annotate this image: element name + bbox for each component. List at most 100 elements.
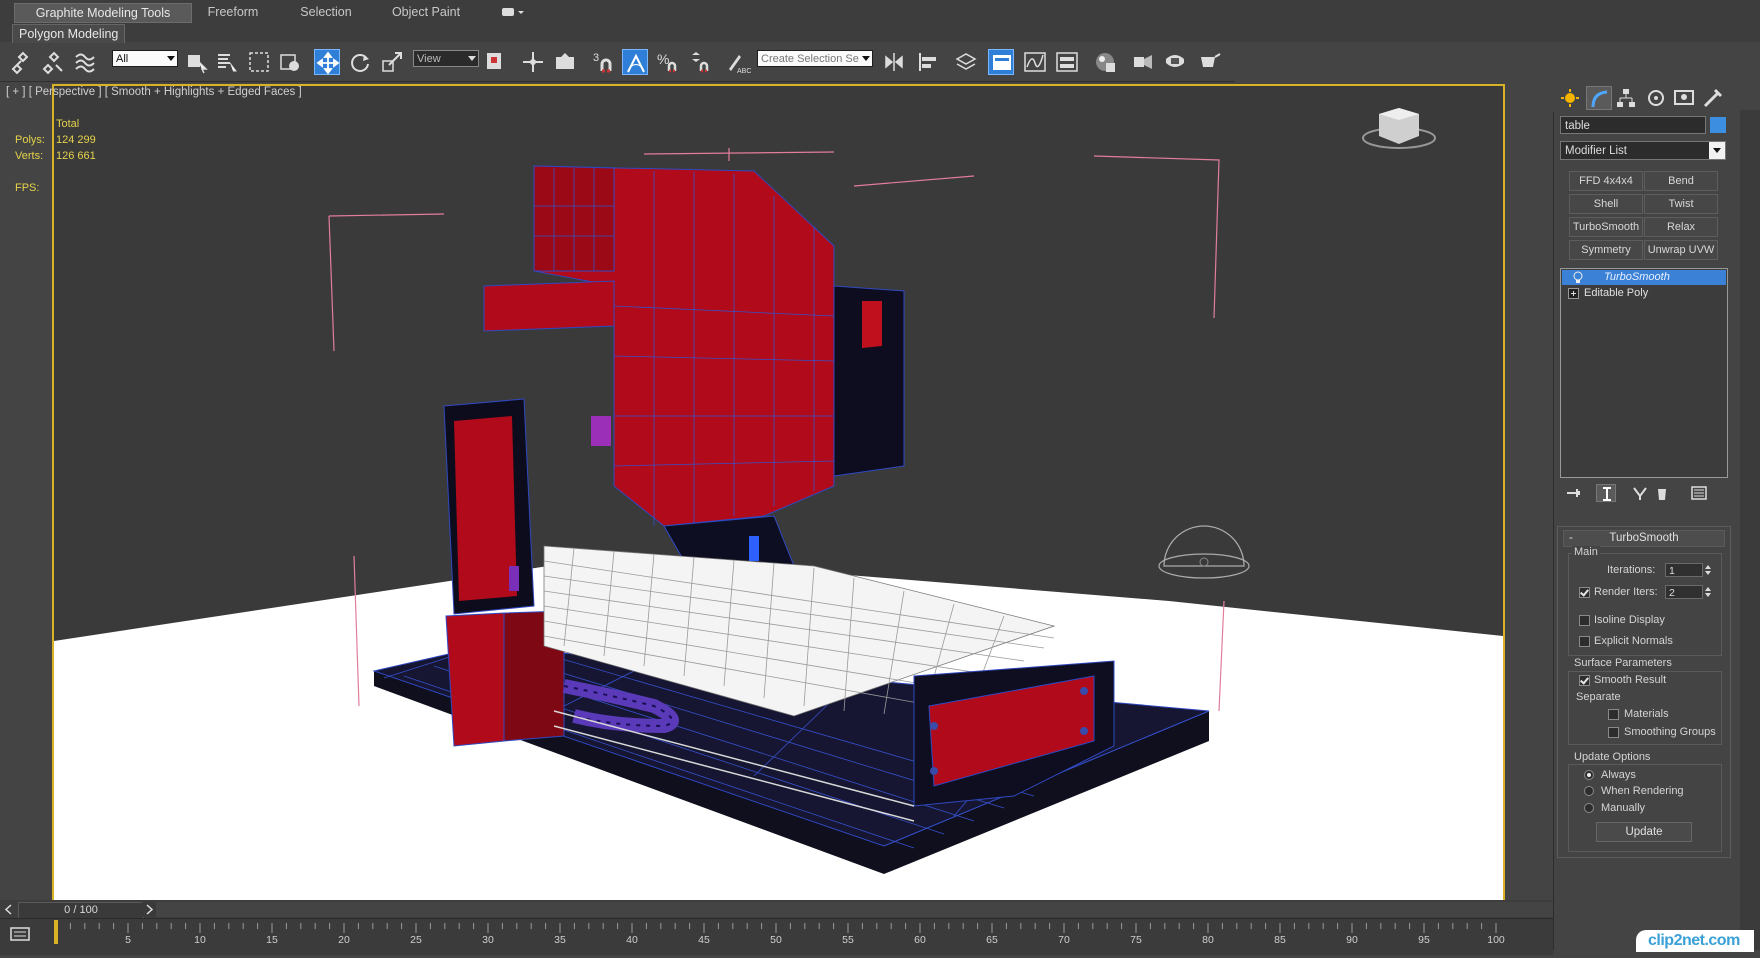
percent-snap-icon[interactable]: % — [655, 49, 681, 75]
tab-object-paint[interactable]: Object Paint — [384, 3, 468, 21]
expand-plus-icon[interactable] — [1568, 288, 1580, 300]
spinner-snap-icon[interactable] — [687, 49, 713, 75]
open-mini-curve-editor-icon[interactable] — [8, 924, 34, 946]
snap-icon[interactable]: 3 — [590, 49, 616, 75]
fps-label: FPS: — [15, 182, 40, 194]
explicit-normals-checkbox[interactable] — [1579, 636, 1590, 647]
always-label: Always — [1601, 769, 1636, 781]
current-frame-marker[interactable] — [54, 920, 58, 944]
modifier-button-turbosmooth[interactable]: TurboSmooth — [1569, 217, 1643, 237]
when-rendering-label: When Rendering — [1601, 785, 1684, 797]
remove-modifier-icon[interactable] — [1652, 484, 1672, 502]
graphite-toggle-icon[interactable] — [988, 49, 1014, 75]
smooth-result-checkbox[interactable] — [1579, 675, 1590, 686]
previous-frame-icon[interactable] — [2, 902, 16, 917]
manually-radio[interactable] — [1584, 803, 1594, 813]
polys-label: Polys: — [15, 134, 45, 146]
isoline-display-checkbox[interactable] — [1579, 615, 1590, 626]
tab-selection[interactable]: Selection — [290, 3, 362, 21]
mirror-icon[interactable] — [882, 49, 908, 75]
update-options-title: Update Options — [1572, 751, 1653, 763]
align-icon[interactable] — [915, 49, 941, 75]
move-icon[interactable] — [314, 49, 340, 75]
materials-checkbox[interactable] — [1608, 709, 1619, 720]
selection-filter-dropdown[interactable]: All — [112, 50, 178, 67]
keyboard-shortcut-icon[interactable] — [552, 49, 578, 75]
render-iters-spinner-arrows[interactable] — [1704, 585, 1712, 599]
frame-tick-label: 20 — [338, 934, 350, 946]
create-tab-icon[interactable] — [1557, 86, 1583, 110]
motion-tab-icon[interactable] — [1643, 86, 1669, 110]
update-button[interactable]: Update — [1596, 822, 1692, 842]
display-tab-icon[interactable] — [1671, 86, 1697, 110]
viewport-label-menu[interactable]: [ + ] [ Perspective ] [ Smooth + Highlig… — [6, 86, 302, 98]
select-by-name-icon[interactable] — [214, 49, 240, 75]
modifier-list-dropdown[interactable]: Modifier List — [1560, 141, 1726, 160]
toolbar-empty-area — [1235, 43, 1760, 81]
hierarchy-tab-icon[interactable] — [1613, 86, 1639, 110]
layer-manager-icon[interactable] — [953, 49, 979, 75]
modifier-button-twist[interactable]: Twist — [1644, 194, 1718, 214]
command-panel-scrollbar[interactable] — [1740, 110, 1760, 950]
render-iters-checkbox[interactable] — [1579, 587, 1590, 598]
pivot-icon[interactable] — [483, 49, 509, 75]
render-icon[interactable] — [1197, 49, 1223, 75]
modifier-button-unwrap-uvw[interactable]: Unwrap UVW — [1644, 240, 1718, 260]
manipulate-icon[interactable] — [520, 49, 546, 75]
frame-tick-label: 15 — [266, 934, 278, 946]
modifier-button-ffd[interactable]: FFD 4x4x4 — [1569, 171, 1643, 191]
viewcube-icon[interactable] — [1362, 108, 1436, 149]
named-selection-sets-dropdown[interactable]: Create Selection Se — [757, 50, 873, 67]
frame-tick-label: 5 — [125, 934, 131, 946]
reference-coordinate-dropdown[interactable]: View — [413, 50, 479, 67]
select-object-icon[interactable] — [184, 49, 210, 75]
unlink-icon[interactable] — [40, 49, 66, 75]
angle-snap-icon[interactable] — [622, 49, 648, 75]
object-color-swatch[interactable] — [1710, 117, 1726, 133]
ribbon-options-dropdown-icon[interactable] — [500, 5, 526, 19]
perspective-viewport[interactable] — [52, 84, 1505, 903]
stack-item-turbosmooth[interactable]: TurboSmooth — [1562, 270, 1726, 285]
tab-freeform[interactable]: Freeform — [196, 3, 270, 21]
tab-graphite-modeling-tools[interactable]: Graphite Modeling Tools — [14, 3, 192, 23]
rendered-frame-icon[interactable] — [1162, 49, 1188, 75]
object-name-field[interactable]: table — [1560, 116, 1706, 134]
modifier-button-shell[interactable]: Shell — [1569, 194, 1643, 214]
material-editor-icon[interactable] — [1092, 49, 1118, 75]
time-slider-thumb[interactable]: 0 / 100 — [18, 902, 144, 919]
rollout-header[interactable]: - TurboSmooth — [1563, 530, 1725, 547]
lightbulb-icon[interactable] — [1570, 270, 1586, 285]
iterations-spinner[interactable]: 1 — [1665, 563, 1703, 577]
make-unique-icon[interactable] — [1630, 484, 1650, 502]
explicit-normals-label: Explicit Normals — [1594, 635, 1673, 647]
when-rendering-radio[interactable] — [1584, 786, 1594, 796]
smoothing-groups-checkbox[interactable] — [1608, 727, 1619, 738]
next-frame-icon[interactable] — [142, 902, 156, 917]
rect-selection-icon[interactable] — [246, 49, 272, 75]
modifier-button-relax[interactable]: Relax — [1644, 217, 1718, 237]
polygon-modeling-panel[interactable]: Polygon Modeling — [12, 24, 126, 44]
configure-modifier-sets-icon[interactable] — [1690, 484, 1710, 502]
iterations-spinner-arrows[interactable] — [1704, 563, 1712, 577]
curve-editor-icon[interactable] — [1022, 49, 1048, 75]
modifier-button-bend[interactable]: Bend — [1644, 171, 1718, 191]
link-icon[interactable] — [9, 49, 35, 75]
render-setup-icon[interactable] — [1130, 49, 1156, 75]
modify-tab-icon[interactable] — [1586, 86, 1612, 110]
always-radio[interactable] — [1584, 770, 1594, 780]
polys-value: 124 299 — [56, 134, 96, 146]
stack-item-editable-poly[interactable]: Editable Poly — [1562, 286, 1726, 301]
render-iters-spinner[interactable]: 2 — [1665, 585, 1703, 599]
pin-stack-icon[interactable] — [1564, 484, 1584, 502]
time-slider-track[interactable] — [156, 902, 1553, 917]
modifier-button-symmetry[interactable]: Symmetry — [1569, 240, 1643, 260]
schematic-view-icon[interactable] — [1054, 49, 1080, 75]
window-crossing-icon[interactable] — [277, 49, 303, 75]
utilities-tab-icon[interactable] — [1700, 86, 1726, 110]
collapse-icon[interactable]: - — [1569, 531, 1573, 546]
bind-space-warp-icon[interactable] — [72, 49, 98, 75]
scale-icon[interactable] — [379, 49, 405, 75]
show-end-result-icon[interactable] — [1596, 484, 1616, 502]
edit-named-sets-icon[interactable]: ABC — [725, 49, 751, 75]
rotate-icon[interactable] — [347, 49, 373, 75]
